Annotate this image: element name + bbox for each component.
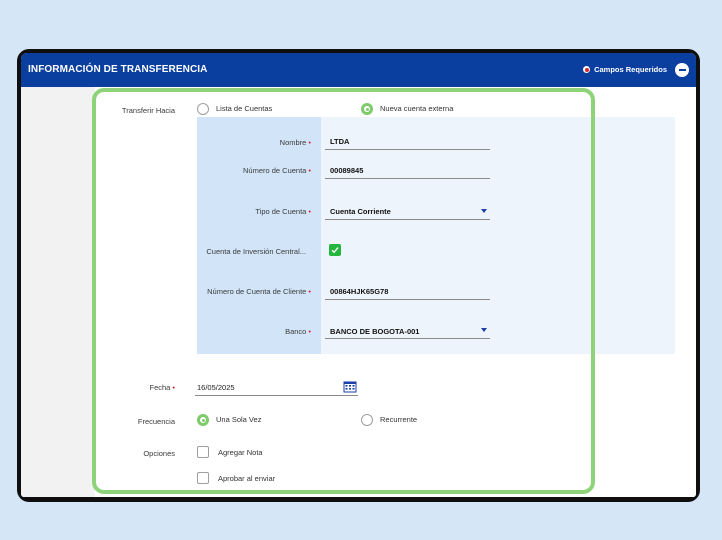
numero-cliente-underline (325, 299, 490, 300)
numero-cuenta-label: Número de Cuenta • (243, 166, 311, 175)
banco-underline (325, 338, 490, 339)
agregar-nota-checkbox[interactable] (197, 446, 209, 458)
tipo-cuenta-select[interactable]: Cuenta Corriente (330, 207, 391, 216)
transfer-form-screen: INFORMACIÓN DE TRANSFERENCIA Campos Requ… (21, 53, 696, 497)
section-title: INFORMACIÓN DE TRANSFERENCIA (28, 64, 208, 75)
required-dot-icon (583, 66, 591, 73)
option-una-sola-vez[interactable]: Una Sola Vez (216, 415, 261, 424)
numero-cuenta-underline (325, 178, 490, 179)
banco-label-text: Banco (285, 327, 307, 336)
section-header: INFORMACIÓN DE TRANSFERENCIA Campos Requ… (21, 53, 696, 87)
chevron-down-icon[interactable] (481, 209, 487, 213)
numero-cliente-label: Número de Cuenta de Cliente • (207, 287, 311, 296)
required-star: • (308, 287, 311, 296)
nombre-label-text: Nombre (279, 138, 307, 147)
chevron-down-icon[interactable] (481, 328, 487, 332)
radio-nueva-cuenta-externa[interactable] (361, 103, 373, 115)
banco-select[interactable]: BANCO DE BOGOTA-001 (330, 327, 419, 336)
fecha-label-text: Fecha (149, 383, 171, 392)
tipo-cuenta-underline (325, 219, 490, 220)
option-nueva-cuenta-externa[interactable]: Nueva cuenta externa (380, 104, 453, 113)
fecha-underline (195, 395, 358, 396)
required-star: • (308, 138, 311, 147)
required-fields-label: Campos Requeridos (594, 65, 667, 74)
required-star: • (308, 166, 311, 175)
numero-cliente-input[interactable]: 00864HJK65G78 (330, 287, 388, 296)
radio-lista-de-cuentas[interactable] (197, 103, 209, 115)
fecha-input[interactable]: 16/05/2025 (197, 383, 235, 392)
transfer-to-label: Transferir Hacia (121, 106, 175, 115)
check-icon (331, 247, 339, 254)
inversion-checkbox[interactable] (329, 244, 341, 256)
tipo-cuenta-label: Tipo de Cuenta • (255, 207, 311, 216)
collapse-icon[interactable] (675, 63, 689, 77)
banco-label: Banco • (285, 327, 311, 336)
numero-cuenta-input[interactable]: 00089845 (330, 166, 363, 175)
numero-cliente-label-text: Número de Cuenta de Cliente (207, 287, 307, 296)
aprobar-al-enviar-checkbox[interactable] (197, 472, 209, 484)
external-account-label-column (197, 117, 321, 354)
nombre-underline (325, 149, 490, 150)
option-recurrente[interactable]: Recurrente (380, 415, 417, 424)
nombre-input[interactable]: LTDA (330, 137, 349, 146)
numero-cuenta-label-text: Número de Cuenta (242, 166, 307, 175)
aprobar-al-enviar-label[interactable]: Aprobar al enviar (218, 474, 275, 483)
nombre-label: Nombre • (280, 138, 311, 147)
fecha-label: Fecha • (150, 383, 176, 392)
left-gutter (21, 87, 95, 497)
required-fields-legend: Campos Requeridos (583, 65, 667, 74)
required-star: • (308, 327, 311, 336)
radio-recurrente[interactable] (361, 414, 373, 426)
tipo-cuenta-label-text: Tipo de Cuenta (255, 207, 307, 216)
required-star: • (308, 207, 311, 216)
option-lista-de-cuentas[interactable]: Lista de Cuentas (216, 104, 272, 113)
calendar-icon[interactable] (343, 380, 357, 393)
opciones-label: Opciones (143, 449, 175, 458)
frecuencia-label: Frecuencia (137, 417, 175, 426)
agregar-nota-label[interactable]: Agregar Nota (218, 448, 263, 457)
radio-una-sola-vez[interactable] (197, 414, 209, 426)
required-star: • (172, 383, 175, 392)
inversion-label: Cuenta de Inversión Central... (206, 247, 306, 256)
